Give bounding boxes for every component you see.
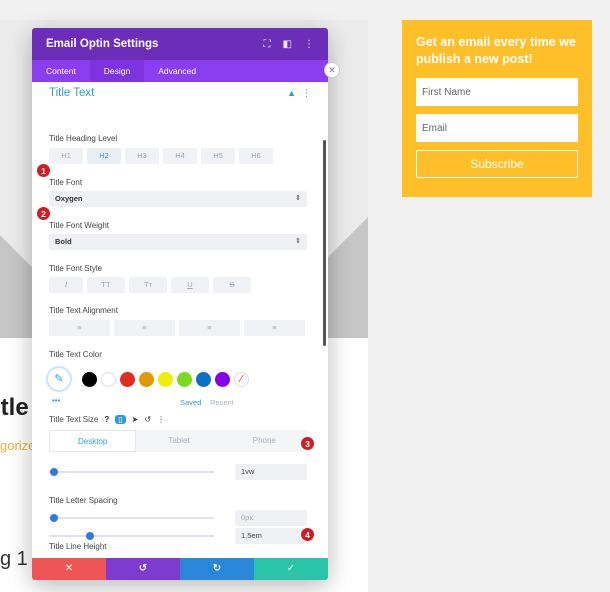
swatch-orange[interactable]: [139, 372, 154, 387]
close-icon[interactable]: ✕: [324, 62, 340, 78]
swatch-white[interactable]: [101, 372, 116, 387]
style-uppercase-button[interactable]: TT: [87, 277, 125, 293]
collapse-icon[interactable]: ▲: [287, 88, 296, 98]
swatch-black[interactable]: [82, 372, 97, 387]
font-style-options: I TT Tт U S: [49, 277, 251, 293]
font-weight-select[interactable]: Bold ⇕: [49, 234, 307, 250]
modal-tabs: Content Design Advanced: [32, 60, 328, 82]
expand-icon[interactable]: ⛶: [264, 39, 271, 50]
heading-level-label: Title Heading Level: [49, 134, 118, 143]
line-height-label: Title Line Height: [49, 542, 107, 551]
font-style-label: Title Font Style: [49, 264, 103, 273]
letter-spacing-slider-knob[interactable]: [49, 514, 58, 522]
settings-body: Title Text ▲ ⋮ Title Heading Level H1 H2…: [32, 82, 328, 552]
select-arrows-icon: ⇕: [295, 195, 301, 202]
modal-header: Email Optin Settings ⛶ ◧ ⋮: [32, 28, 328, 60]
line-height-value[interactable]: 1.5em: [235, 528, 307, 544]
font-label: Title Font: [49, 178, 83, 187]
select-arrows-icon: ⇕: [295, 238, 301, 245]
align-left-icon[interactable]: ≡: [49, 320, 110, 336]
font-select[interactable]: Oxygen ⇕: [49, 191, 307, 207]
font-weight-value: Bold: [55, 237, 72, 246]
text-size-slider-knob[interactable]: [49, 468, 58, 476]
post-category-fragment: gorize: [0, 438, 36, 453]
more-swatches-icon[interactable]: •••: [52, 396, 60, 405]
swatch-purple[interactable]: [215, 372, 230, 387]
device-tabs: Desktop Tablet Phone: [49, 430, 307, 452]
options-icon[interactable]: ⋮: [157, 415, 165, 424]
tab-advanced[interactable]: Advanced: [144, 60, 210, 82]
hover-icon[interactable]: ➤: [132, 415, 139, 424]
first-name-field[interactable]: First Name: [416, 78, 578, 106]
swatch-blue[interactable]: [196, 372, 211, 387]
redo-button[interactable]: ↻: [180, 558, 254, 580]
modal-title: Email Optin Settings: [46, 38, 159, 50]
color-swatches: ⁄: [82, 372, 249, 387]
modal-footer: ✕ ↺ ↻ ✓: [32, 558, 328, 580]
help-icon[interactable]: ?: [104, 415, 109, 424]
device-tab-phone[interactable]: Phone: [221, 430, 307, 452]
swatch-red[interactable]: [120, 372, 135, 387]
annotation-badge-3: 3: [300, 436, 315, 451]
sidebar-toggle-icon[interactable]: ◧: [283, 39, 292, 50]
font-weight-label: Title Font Weight: [49, 221, 110, 230]
settings-scrollbar[interactable]: [323, 140, 326, 346]
swatch-yellow[interactable]: [158, 372, 173, 387]
text-size-value[interactable]: 1vw: [235, 464, 307, 480]
line-height-slider[interactable]: [49, 535, 214, 537]
align-justify-icon[interactable]: ≡: [244, 320, 305, 336]
post-title-fragment: itle: [0, 394, 29, 421]
style-strikethrough-button[interactable]: S: [213, 277, 251, 293]
save-button[interactable]: ✓: [254, 558, 328, 580]
style-italic-button[interactable]: I: [49, 277, 83, 293]
more-options-icon[interactable]: ⋮: [304, 39, 314, 50]
section-title: Title Text: [49, 87, 95, 99]
heading-h1[interactable]: H1: [49, 148, 83, 164]
saved-colors-tab[interactable]: Saved: [180, 398, 201, 407]
email-field[interactable]: Email: [416, 114, 578, 142]
tab-design[interactable]: Design: [89, 60, 145, 82]
align-center-icon[interactable]: ≡: [114, 320, 175, 336]
heading-h3[interactable]: H3: [125, 148, 159, 164]
text-size-label: Title Text Size: [49, 415, 99, 424]
email-optin-module: Get an email every time we publish a new…: [402, 20, 592, 197]
align-right-icon[interactable]: ≡: [179, 320, 240, 336]
style-capitalize-button[interactable]: Tт: [129, 277, 167, 293]
responsive-icon[interactable]: ▯: [115, 415, 126, 424]
heading-h6[interactable]: H6: [239, 148, 273, 164]
optin-heading: Get an email every time we publish a new…: [416, 35, 576, 66]
device-tab-tablet[interactable]: Tablet: [136, 430, 222, 452]
no-color-icon[interactable]: ⁄: [234, 372, 249, 387]
alignment-options: ≡ ≡ ≡ ≡: [49, 320, 305, 336]
font-value: Oxygen: [55, 194, 83, 203]
subscribe-button[interactable]: Subscribe: [416, 150, 578, 178]
annotation-badge-2: 2: [36, 206, 51, 221]
eyedropper-icon[interactable]: ✎: [46, 366, 72, 392]
cancel-button[interactable]: ✕: [32, 558, 106, 580]
text-color-label: Title Text Color: [49, 350, 102, 359]
section-more-icon[interactable]: ⋮: [302, 88, 311, 99]
heading-level-options: H1 H2 H3 H4 H5 H6: [49, 148, 273, 164]
annotation-badge-1: 1: [36, 163, 51, 178]
text-size-header: Title Text Size ? ▯ ➤ ↺ ⋮: [49, 415, 165, 424]
heading-h4[interactable]: H4: [163, 148, 197, 164]
annotation-badge-4: 4: [300, 527, 315, 542]
post-fragment: g 1: [0, 548, 28, 570]
text-size-slider[interactable]: [49, 471, 214, 473]
letter-spacing-value[interactable]: 0px: [235, 510, 307, 526]
settings-modal: Email Optin Settings ⛶ ◧ ⋮ Content Desig…: [32, 28, 328, 580]
recent-colors-tab[interactable]: Recent: [210, 398, 234, 407]
reset-icon[interactable]: ↺: [144, 415, 151, 424]
device-tab-desktop[interactable]: Desktop: [49, 430, 137, 452]
swatch-green[interactable]: [177, 372, 192, 387]
tab-content[interactable]: Content: [32, 60, 90, 82]
undo-button[interactable]: ↺: [106, 558, 180, 580]
section-header[interactable]: Title Text ▲ ⋮: [49, 82, 311, 104]
style-underline-button[interactable]: U: [171, 277, 209, 293]
heading-h5[interactable]: H5: [201, 148, 235, 164]
heading-h2[interactable]: H2: [87, 148, 121, 164]
alignment-label: Title Text Alignment: [49, 306, 118, 315]
letter-spacing-label: Title Letter Spacing: [49, 496, 118, 505]
letter-spacing-slider[interactable]: [49, 517, 214, 519]
